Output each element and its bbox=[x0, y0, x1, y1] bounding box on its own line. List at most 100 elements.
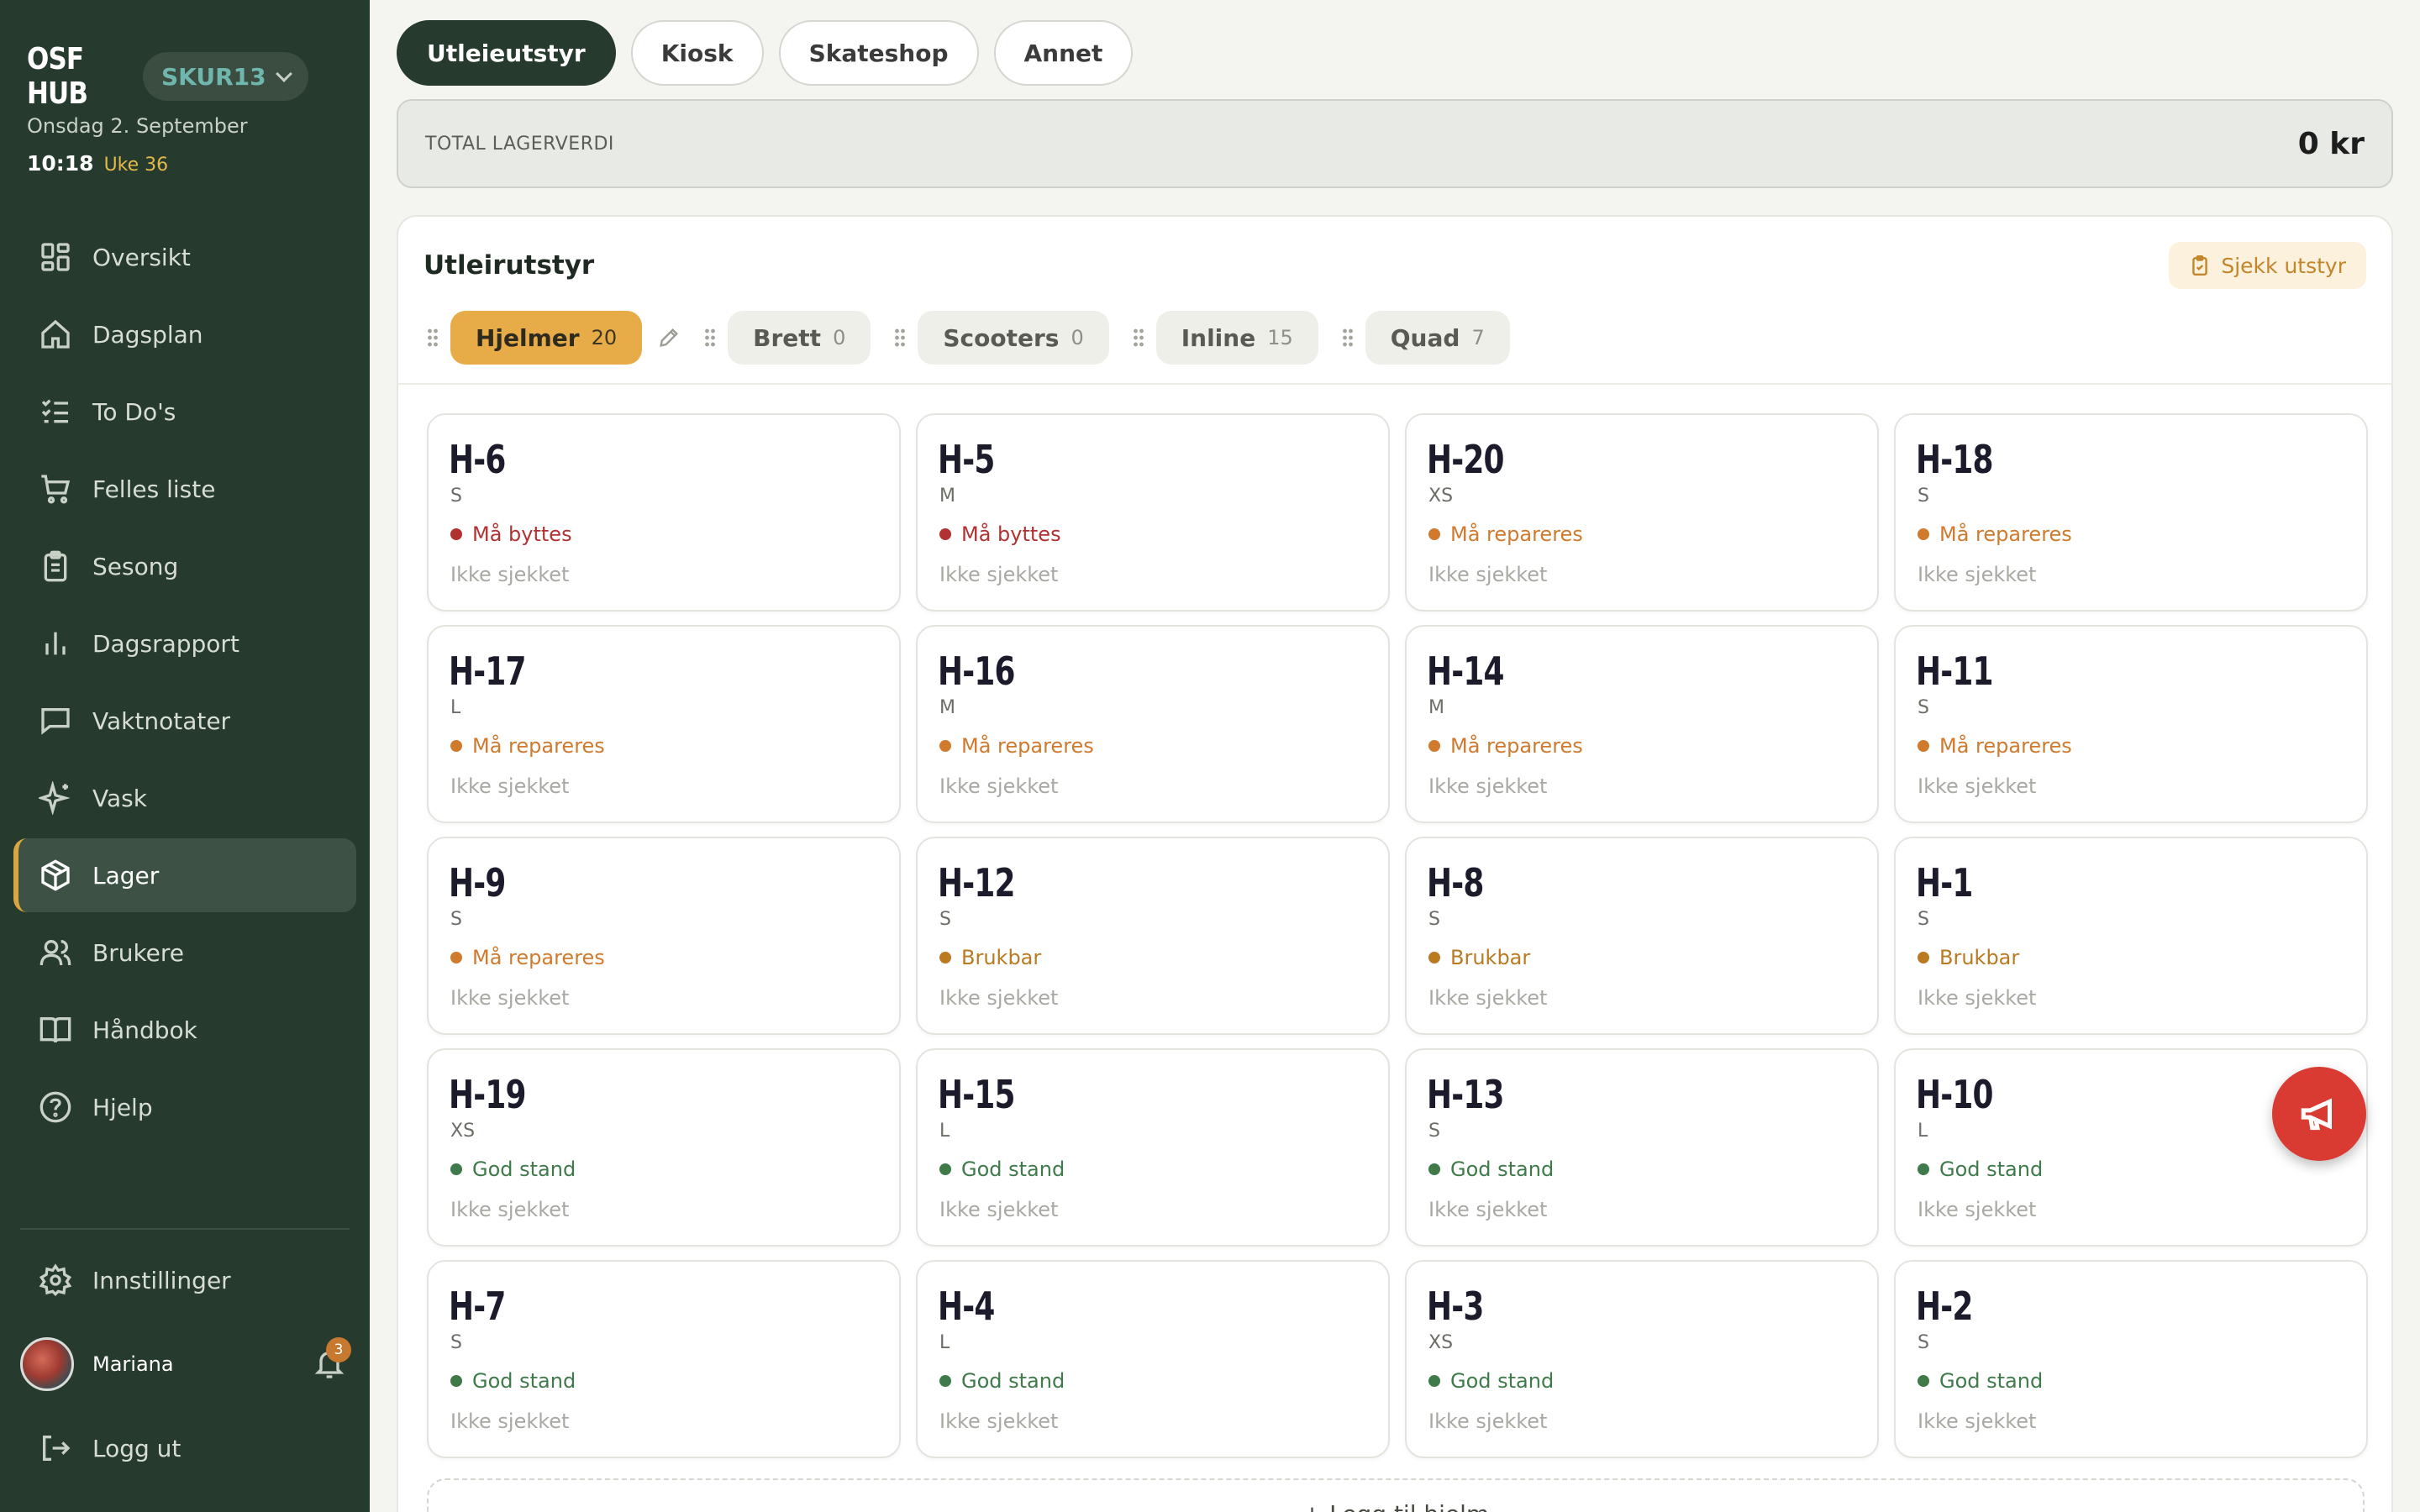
message-icon bbox=[41, 708, 70, 735]
category-chip-hjelmer[interactable]: Hjelmer 20 bbox=[450, 311, 643, 365]
equipment-card[interactable]: H-3 XS God stand Ikke sjekket bbox=[1405, 1260, 1879, 1458]
checklist-icon bbox=[41, 399, 68, 423]
sidebar-item-innstillinger[interactable]: Innstillinger bbox=[13, 1243, 356, 1317]
edit-category-button[interactable] bbox=[657, 326, 681, 349]
sidebar-item-lager[interactable]: Lager bbox=[13, 838, 356, 912]
sidebar-item-label: Håndbok bbox=[92, 1016, 197, 1044]
tab-skateshop[interactable]: Skateshop bbox=[778, 20, 979, 86]
equipment-card[interactable]: H-7 S God stand Ikke sjekket bbox=[427, 1260, 901, 1458]
tab-utleieutstyr[interactable]: Utleieutstyr bbox=[397, 20, 616, 86]
settings-section: Innstillinger bbox=[13, 1243, 356, 1320]
sidebar-item-handbok[interactable]: Håndbok bbox=[13, 993, 356, 1067]
add-helmet-button[interactable]: + Legg til hjelm bbox=[427, 1478, 2365, 1512]
announcement-button[interactable] bbox=[2272, 1067, 2366, 1161]
drag-handle-icon[interactable] bbox=[1341, 328, 1354, 348]
user-name: Mariana bbox=[92, 1352, 174, 1376]
item-status-label: God stand bbox=[1939, 1369, 2044, 1393]
item-check-status: Ikke sjekket bbox=[1428, 1410, 1548, 1433]
item-size: M bbox=[939, 486, 955, 507]
bar-chart-icon bbox=[45, 632, 66, 655]
sidebar-item-vaktnotater[interactable]: Vaktnotater bbox=[13, 684, 356, 758]
category-chip-scooters[interactable]: Scooters 0 bbox=[918, 311, 1109, 365]
item-status-label: Må byttes bbox=[472, 522, 572, 546]
sparkles-icon bbox=[39, 781, 71, 815]
sidebar-item-todos[interactable]: To Do's bbox=[13, 375, 356, 449]
equipment-card[interactable]: H-13 S God stand Ikke sjekket bbox=[1405, 1048, 1879, 1247]
item-size: L bbox=[939, 1121, 950, 1142]
equipment-card[interactable]: H-20 XS Må repareres Ikke sjekket bbox=[1405, 413, 1879, 612]
sidebar-nav: Oversikt Dagsplan To Do's Felles liste S… bbox=[13, 220, 356, 1147]
item-size: XS bbox=[450, 1121, 476, 1142]
item-status-label: Må repareres bbox=[1450, 734, 1583, 758]
equipment-card[interactable]: H-1 S Brukbar Ikke sjekket bbox=[1894, 837, 2368, 1035]
sidebar-item-felles-liste[interactable]: Felles liste bbox=[13, 452, 356, 526]
tab-kiosk[interactable]: Kiosk bbox=[630, 20, 764, 86]
equipment-card[interactable]: H-19 XS God stand Ikke sjekket bbox=[427, 1048, 901, 1247]
item-check-status: Ikke sjekket bbox=[450, 1410, 570, 1433]
tab-annet[interactable]: Annet bbox=[993, 20, 1134, 86]
equipment-card[interactable]: H-17 L Må repareres Ikke sjekket bbox=[427, 625, 901, 823]
sidebar-divider bbox=[20, 1228, 350, 1230]
item-status-label: God stand bbox=[961, 1369, 1065, 1393]
week-number: Uke 36 bbox=[103, 155, 169, 176]
site-selector[interactable]: SKUR13 bbox=[143, 52, 308, 101]
equipment-card[interactable]: H-4 L God stand Ikke sjekket bbox=[916, 1260, 1390, 1458]
sidebar-item-label: Brukere bbox=[92, 938, 185, 967]
equipment-card[interactable]: H-11 S Må repareres Ikke sjekket bbox=[1894, 625, 2368, 823]
item-size: M bbox=[1428, 697, 1444, 718]
drag-handle-icon[interactable] bbox=[704, 328, 717, 348]
equipment-card[interactable]: H-15 L God stand Ikke sjekket bbox=[916, 1048, 1390, 1247]
main-content: Utleieutstyr Kiosk Skateshop Annet TOTAL… bbox=[370, 0, 2420, 1512]
item-id: H-4 bbox=[938, 1284, 995, 1329]
item-id: H-6 bbox=[449, 437, 506, 482]
item-check-status: Ikke sjekket bbox=[1428, 563, 1548, 586]
sidebar-item-vask[interactable]: Vask bbox=[13, 761, 356, 835]
sidebar-item-label: Sesong bbox=[92, 552, 179, 580]
item-check-status: Ikke sjekket bbox=[450, 563, 570, 586]
sidebar-item-dagsrapport[interactable]: Dagsrapport bbox=[13, 606, 356, 680]
equipment-card[interactable]: H-14 M Må repareres Ikke sjekket bbox=[1405, 625, 1879, 823]
item-status: Brukbar bbox=[1428, 946, 1530, 969]
category-chip-quad[interactable]: Quad 7 bbox=[1365, 311, 1510, 365]
category-chip-brett[interactable]: Brett 0 bbox=[728, 311, 871, 365]
sidebar-item-sesong[interactable]: Sesong bbox=[13, 529, 356, 603]
logout-button[interactable]: Logg ut bbox=[13, 1411, 356, 1485]
drag-handle-icon[interactable] bbox=[1132, 328, 1144, 348]
user-profile[interactable]: Mariana 3 bbox=[20, 1337, 356, 1391]
equipment-card[interactable]: H-16 M Må repareres Ikke sjekket bbox=[916, 625, 1390, 823]
package-icon bbox=[41, 859, 70, 891]
equipment-card[interactable]: H-5 M Må byttes Ikke sjekket bbox=[916, 413, 1390, 612]
avatar[interactable] bbox=[20, 1337, 74, 1391]
check-equipment-button[interactable]: Sjekk utstyr bbox=[2169, 242, 2366, 289]
gear-icon bbox=[39, 1263, 72, 1297]
sidebar-item-hjelp[interactable]: Hjelp bbox=[13, 1070, 356, 1144]
equipment-card[interactable]: H-12 S Brukbar Ikke sjekket bbox=[916, 837, 1390, 1035]
sidebar-item-brukere[interactable]: Brukere bbox=[13, 916, 356, 990]
item-status: Må repareres bbox=[1428, 522, 1583, 546]
category-chip-inline[interactable]: Inline 15 bbox=[1155, 311, 1318, 365]
equipment-grid: H-6 S Må byttes Ikke sjekket H-5 M Må byttes Ik… bbox=[427, 413, 2368, 1458]
equipment-card[interactable]: H-9 S Må repareres Ikke sjekket bbox=[427, 837, 901, 1035]
notification-count-badge: 3 bbox=[326, 1337, 351, 1362]
equipment-card[interactable]: H-6 S Må byttes Ikke sjekket bbox=[427, 413, 901, 612]
drag-handle-icon[interactable] bbox=[894, 328, 907, 348]
item-id: H-8 bbox=[1427, 860, 1484, 906]
category-count: 15 bbox=[1267, 326, 1293, 349]
item-size: L bbox=[939, 1332, 950, 1353]
item-size: S bbox=[1918, 909, 1929, 930]
item-status: Må repareres bbox=[450, 946, 605, 969]
drag-handle-icon[interactable] bbox=[427, 328, 439, 348]
item-status-label: Må byttes bbox=[961, 522, 1061, 546]
users-icon bbox=[39, 940, 71, 966]
sidebar-item-dagsplan[interactable]: Dagsplan bbox=[13, 297, 356, 371]
equipment-card[interactable]: H-2 S God stand Ikke sjekket bbox=[1894, 1260, 2368, 1458]
category-name: Quad bbox=[1390, 323, 1460, 352]
status-dot bbox=[939, 1163, 951, 1175]
equipment-card[interactable]: H-8 S Brukbar Ikke sjekket bbox=[1405, 837, 1879, 1035]
sidebar-item-label: Lager bbox=[92, 861, 160, 890]
item-id: H-17 bbox=[449, 648, 527, 694]
equipment-card[interactable]: H-18 S Må repareres Ikke sjekket bbox=[1894, 413, 2368, 612]
category-chips: Hjelmer 20 Brett 0 Scooters 0 Inline 15 bbox=[427, 311, 1534, 365]
sidebar-item-oversikt[interactable]: Oversikt bbox=[13, 220, 356, 294]
logout-icon bbox=[43, 1436, 71, 1461]
